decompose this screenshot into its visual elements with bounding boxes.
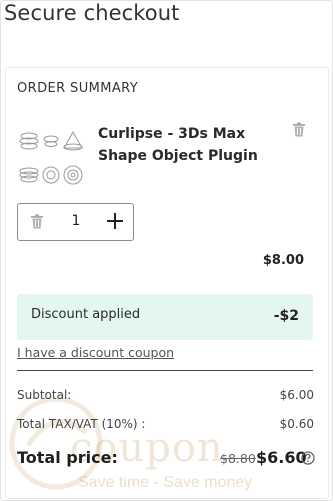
question-circle-icon[interactable] — [301, 451, 315, 465]
total-price-value: $6.60 — [256, 448, 307, 467]
line-item-price: $8.00 — [262, 253, 304, 268]
tax-label: Total TAX/VAT (10%) : — [17, 417, 146, 431]
discount-banner: Discount applied -$2 — [17, 294, 313, 340]
page-title: Secure checkout — [4, 1, 180, 25]
original-total: $8.80 — [220, 451, 256, 466]
discount-coupon-link[interactable]: I have a discount coupon — [17, 345, 174, 360]
quantity-stepper: 1 — [17, 203, 134, 241]
subtotal-value: $6.00 — [279, 388, 314, 402]
total-price-label: Total price: — [17, 448, 118, 467]
trash-icon[interactable] — [30, 214, 44, 229]
summary-divider — [17, 370, 313, 371]
product-thumbnail — [19, 130, 83, 185]
product-name: Curlipse - 3Ds Max Shape Object Plugin — [98, 126, 258, 164]
subtotal-label: Subtotal: — [17, 388, 72, 402]
tax-value: $0.60 — [279, 417, 314, 431]
discount-label: Discount applied — [31, 307, 141, 322]
plus-icon[interactable] — [106, 212, 124, 230]
quantity-value[interactable]: 1 — [70, 213, 82, 229]
order-summary-heading: ORDER SUMMARY — [17, 81, 139, 96]
trash-icon[interactable] — [292, 122, 306, 137]
discount-amount: -$2 — [273, 308, 299, 324]
